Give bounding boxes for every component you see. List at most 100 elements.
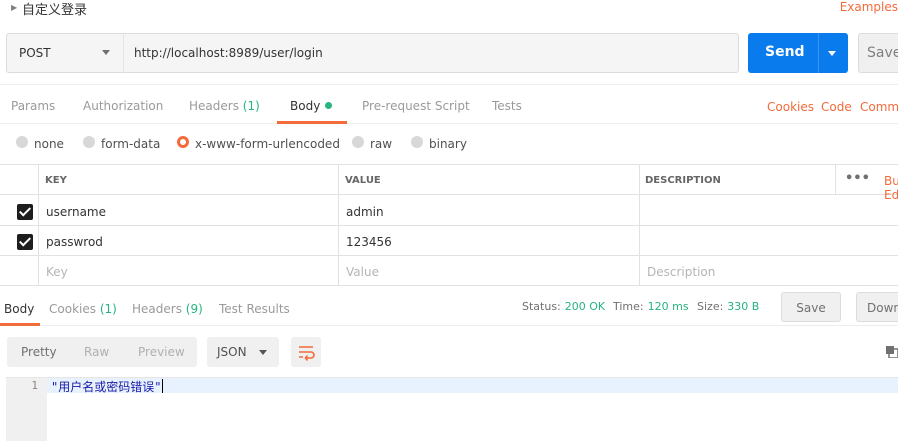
active-tab-underline (277, 121, 347, 124)
tab-response-body[interactable]: Body (4, 302, 34, 316)
time-label: Time: (613, 300, 644, 313)
tab-response-headers-count: (9) (185, 302, 203, 316)
row-key[interactable]: passwrod (46, 235, 103, 249)
time-value: 120 ms (647, 300, 689, 313)
row-value[interactable]: 123456 (346, 235, 392, 249)
radio-binary-label: binary (429, 137, 467, 151)
request-tabs: Params Authorization Headers (1) Body Pr… (0, 84, 898, 124)
tab-params[interactable]: Params (11, 99, 55, 113)
save-response-label: Save (796, 301, 826, 315)
examples-link[interactable]: Examples (840, 0, 898, 14)
active-tab-underline (0, 323, 40, 326)
radio-form-data-label: form-data (101, 137, 161, 151)
tab-authorization[interactable]: Authorization (83, 99, 163, 113)
tab-test-results[interactable]: Test Results (219, 302, 290, 316)
text-cursor (162, 379, 164, 393)
copy-icon[interactable] (886, 346, 898, 358)
tab-headers-count: (1) (242, 99, 260, 113)
tab-tests[interactable]: Tests (492, 99, 522, 113)
save-request-label: Save (867, 45, 898, 61)
chevron-down-icon (259, 350, 267, 355)
status-value: 200 OK (564, 300, 606, 313)
status-label: Status: (522, 300, 561, 313)
size-value: 330 B (727, 300, 760, 313)
code-line: "用户名或密码错误" (47, 378, 898, 395)
body-type-selector: none form-data x-www-form-urlencoded raw… (0, 134, 898, 156)
radio-raw-circle-icon (352, 136, 364, 148)
row-checkbox[interactable] (17, 204, 33, 220)
time-readout: Time: 120 ms (613, 300, 689, 313)
line-number: 1 (31, 379, 38, 392)
send-options-chevron-icon[interactable] (828, 51, 836, 56)
url-text: http://localhost:8989/user/login (134, 46, 323, 60)
method-label: POST (19, 46, 51, 60)
send-button[interactable]: Send (748, 33, 848, 73)
response-body-editor[interactable]: 1 "用户名或密码错误" (6, 377, 898, 441)
radio-none-label: none (34, 137, 64, 151)
cookies-link[interactable]: Cookies (767, 100, 814, 114)
row-checkbox[interactable] (17, 234, 33, 250)
tab-headers[interactable]: Headers (1) (189, 99, 260, 113)
chevron-down-icon (102, 50, 110, 55)
tab-headers-label: Headers (189, 99, 239, 113)
radio-binary-circle-icon (411, 136, 423, 148)
request-name[interactable]: 自定义登录 (22, 0, 87, 18)
tab-response-headers[interactable]: Headers (9) (132, 302, 203, 316)
radio-form-data-circle-icon (83, 136, 95, 148)
view-raw[interactable]: Raw (84, 345, 109, 359)
column-divider (835, 165, 836, 195)
save-request-button[interactable]: Save (858, 33, 898, 73)
tab-prerequest-script[interactable]: Pre-request Script (362, 99, 470, 113)
send-label: Send (765, 44, 805, 60)
code-line-text: "用户名或密码错误" (51, 378, 164, 395)
tab-body-label: Body (290, 99, 321, 113)
column-key: KEY (45, 175, 67, 186)
tab-response-cookies[interactable]: Cookies (1) (49, 302, 117, 316)
new-description-input[interactable]: Description (647, 265, 715, 279)
more-options-icon[interactable]: ••• (845, 171, 870, 186)
request-header: ▶ 自定义登录 Examples (0, 0, 898, 18)
code-string: "用户名或密码错误" (51, 380, 162, 394)
tab-response-cookies-count: (1) (99, 302, 117, 316)
comments-link[interactable]: Comments (860, 100, 898, 114)
radio-urlencoded-circle-icon (177, 136, 189, 148)
send-divider (818, 33, 819, 73)
view-pretty[interactable]: Pretty (21, 345, 57, 359)
table-row: username admin (0, 196, 898, 226)
row-key[interactable]: username (46, 205, 106, 219)
save-response-button[interactable]: Save (781, 292, 841, 322)
table-row-new: Key Value Description (0, 256, 898, 286)
radio-raw-label: raw (370, 137, 393, 151)
column-description: DESCRIPTION (645, 175, 721, 186)
view-mode-segmented: Pretty Raw Preview (7, 337, 197, 367)
status-readout: Status: 200 OK (522, 300, 605, 313)
row-value[interactable]: admin (346, 205, 384, 219)
radio-none-circle-icon (16, 136, 28, 148)
wrap-lines-icon (299, 346, 315, 361)
body-indicator-dot-icon (325, 102, 333, 109)
column-value: VALUE (345, 175, 381, 186)
body-params-table: KEY VALUE DESCRIPTION ••• Bulk Edit user… (0, 164, 898, 286)
method-select[interactable]: POST (6, 33, 124, 73)
download-response-button[interactable]: Download (856, 292, 898, 322)
tab-body[interactable]: Body (290, 99, 333, 113)
wrap-lines-button[interactable] (291, 337, 321, 367)
view-preview[interactable]: Preview (138, 345, 185, 359)
download-label: Download (867, 301, 898, 315)
line-number-gutter: 1 (6, 378, 47, 441)
collapse-caret-icon[interactable]: ▶ (11, 3, 17, 12)
url-input[interactable]: http://localhost:8989/user/login (123, 33, 739, 73)
response-format-toolbar: Pretty Raw Preview JSON (0, 337, 898, 369)
code-link[interactable]: Code (821, 100, 852, 114)
radio-urlencoded-label: x-www-form-urlencoded (195, 137, 340, 151)
tab-response-cookies-label: Cookies (49, 302, 96, 316)
response-tabs: Body Cookies (1) Headers (9) Test Result… (0, 292, 898, 326)
tab-response-headers-label: Headers (132, 302, 182, 316)
language-select[interactable]: JSON (207, 337, 279, 367)
size-readout: Size: 330 B (697, 300, 759, 313)
new-value-input[interactable]: Value (346, 265, 379, 279)
language-label: JSON (217, 345, 247, 359)
new-key-input[interactable]: Key (46, 265, 68, 279)
url-bar: POST http://localhost:8989/user/login Se… (0, 33, 898, 73)
table-header: KEY VALUE DESCRIPTION ••• Bulk Edit (0, 165, 898, 202)
